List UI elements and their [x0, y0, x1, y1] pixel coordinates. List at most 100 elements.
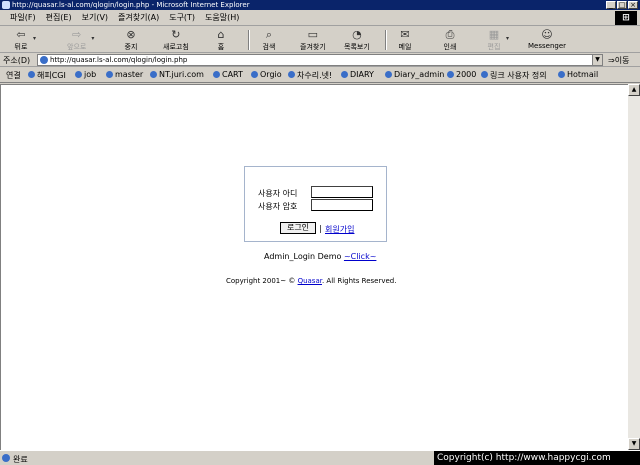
link-label: 2000 — [456, 70, 477, 79]
link-chasuri[interactable]: 차수리.넷! — [288, 70, 332, 81]
copyright-prefix: Copyright 2001~ © — [226, 277, 298, 285]
copyright-watermark: Copyright(c) http://www.happycgi.com — [434, 451, 640, 465]
ie-page-icon — [2, 1, 10, 9]
stop-button[interactable]: ⊗ 중지 — [124, 29, 138, 52]
ie-page-icon — [385, 71, 392, 78]
vertical-scrollbar[interactable]: ▲ ▼ — [628, 84, 640, 450]
address-label: 주소(D) — [3, 56, 31, 65]
link-happycgi[interactable]: 해피CGI — [28, 70, 66, 81]
user-id-input[interactable] — [311, 186, 373, 198]
login-button[interactable]: 로그인 — [280, 222, 316, 234]
menu-tools[interactable]: 도구(T) — [167, 12, 197, 23]
password-input[interactable] — [311, 199, 373, 211]
chevron-down-icon[interactable]: ▾ — [33, 35, 36, 42]
windows-logo-icon: ⊞ — [615, 11, 637, 25]
standard-toolbar: ⇦ 뒤로 ▾ ⇨ 앞으로 ▾ ⊗ 중지 ↻ 새로고침 ⌂ 홈 ⌕ 검색 ▭ 즐겨… — [0, 27, 640, 53]
mail-icon: ✉ — [400, 28, 410, 41]
demo-text: Admin_Login Demo — [264, 252, 344, 261]
favorites-button[interactable]: ▭ 즐겨찾기 — [300, 29, 326, 52]
user-id-label: 사용자 아디 — [258, 189, 298, 198]
back-button[interactable]: ⇦ 뒤로 ▾ — [14, 29, 36, 52]
stop-label: 중지 — [124, 43, 138, 51]
menu-bar: 파일(F) 편집(E) 보기(V) 즐겨찾기(A) 도구(T) 도움말(H) — [0, 10, 640, 26]
close-button[interactable]: × — [628, 1, 638, 9]
ie-page-icon — [28, 71, 35, 78]
maximize-button[interactable]: □ — [617, 1, 627, 9]
toolbar-divider — [385, 30, 387, 50]
ie-page-icon — [213, 71, 220, 78]
link-cart[interactable]: CART — [213, 70, 243, 79]
link-label: job — [84, 70, 97, 79]
menu-help[interactable]: 도움말(H) — [203, 12, 241, 23]
history-label: 목록보기 — [344, 43, 370, 51]
messenger-person-icon: ☺ — [541, 28, 553, 41]
chevron-down-icon[interactable]: ▾ — [91, 35, 94, 42]
toolbar-divider — [248, 30, 250, 50]
ie-page-icon — [150, 71, 157, 78]
print-button[interactable]: ⎙ 인쇄 — [443, 29, 457, 52]
back-label: 뒤로 — [14, 43, 28, 51]
home-icon: ⌂ — [217, 28, 225, 41]
search-button[interactable]: ⌕ 검색 — [262, 29, 276, 52]
search-icon: ⌕ — [265, 28, 273, 41]
link-label: DIARY — [350, 70, 374, 79]
messenger-button[interactable]: ☺ Messenger — [528, 28, 566, 51]
ie-page-icon — [481, 71, 488, 78]
link-hotmail[interactable]: Hotmail — [558, 70, 598, 79]
menu-view[interactable]: 보기(V) — [80, 12, 110, 23]
link-label: CART — [222, 70, 243, 79]
link-diary[interactable]: DIARY — [341, 70, 374, 79]
address-input[interactable]: http://quasar.ls-al.com/qlogin/login.php… — [37, 54, 603, 66]
refresh-icon: ↻ — [171, 28, 181, 41]
signup-link[interactable]: 회원가입 — [325, 224, 354, 235]
link-2000[interactable]: 2000 — [447, 70, 476, 79]
menu-edit[interactable]: 편집(E) — [44, 12, 74, 23]
scroll-up-icon[interactable]: ▲ — [628, 84, 640, 96]
chevron-down-icon[interactable]: ▾ — [506, 35, 509, 42]
link-label: NT.juri.com — [159, 70, 204, 79]
print-label: 인쇄 — [443, 43, 457, 51]
go-button[interactable]: ⇒이동 — [608, 55, 629, 66]
scroll-down-icon[interactable]: ▼ — [628, 438, 640, 450]
window-controls: _ □ × — [606, 1, 638, 9]
go-label: 이동 — [614, 56, 630, 65]
link-nt-juri[interactable]: NT.juri.com — [150, 70, 204, 79]
window-title: http://quasar.ls-al.com/qlogin/login.php… — [12, 1, 250, 9]
edit-page-icon: ▦ — [488, 28, 500, 41]
ie-page-icon — [251, 71, 258, 78]
edit-button[interactable]: ▦ 편집 ▾ — [487, 28, 509, 52]
forward-button[interactable]: ⇨ 앞으로 ▾ — [67, 29, 94, 52]
minimize-button[interactable]: _ — [606, 1, 616, 9]
menu-file[interactable]: 파일(F) — [8, 12, 38, 23]
link-separator: | — [319, 224, 322, 233]
links-label: 연결 — [6, 71, 21, 80]
ie-page-icon — [75, 71, 82, 78]
ie-page-icon — [2, 454, 10, 462]
refresh-label: 새로고침 — [163, 43, 189, 51]
favorites-folder-icon: ▭ — [307, 28, 319, 41]
menu-favorites[interactable]: 즐겨찾기(A) — [116, 12, 161, 23]
favorites-label: 즐겨찾기 — [300, 43, 326, 51]
ie-page-icon — [341, 71, 348, 78]
link-diary-admin[interactable]: Diary_admin — [385, 70, 444, 79]
window-titlebar: http://quasar.ls-al.com/qlogin/login.php… — [0, 0, 640, 10]
refresh-button[interactable]: ↻ 새로고침 — [163, 29, 189, 52]
ie-page-icon — [288, 71, 295, 78]
ie-page-icon — [40, 56, 48, 64]
search-label: 검색 — [262, 43, 276, 51]
demo-click-link[interactable]: ~Click~ — [344, 252, 376, 261]
home-button[interactable]: ⌂ 홈 — [214, 29, 228, 52]
quasar-link[interactable]: Quasar — [298, 277, 322, 285]
link-orgio[interactable]: Orgio — [251, 70, 282, 79]
link-master[interactable]: master — [106, 70, 143, 79]
link-label: 해피CGI — [37, 71, 66, 80]
history-button[interactable]: ◔ 목록보기 — [344, 29, 370, 52]
address-url: http://quasar.ls-al.com/qlogin/login.php — [50, 56, 188, 64]
mail-button[interactable]: ✉ 메일 — [398, 29, 412, 52]
address-bar: 주소(D) http://quasar.ls-al.com/qlogin/log… — [0, 53, 640, 67]
link-customize[interactable]: 링크 사용자 정의 — [481, 70, 547, 81]
printer-icon: ⎙ — [445, 28, 455, 41]
link-job[interactable]: job — [75, 70, 96, 79]
chevron-down-icon[interactable]: ▼ — [592, 55, 602, 65]
ie-page-icon — [447, 71, 454, 78]
